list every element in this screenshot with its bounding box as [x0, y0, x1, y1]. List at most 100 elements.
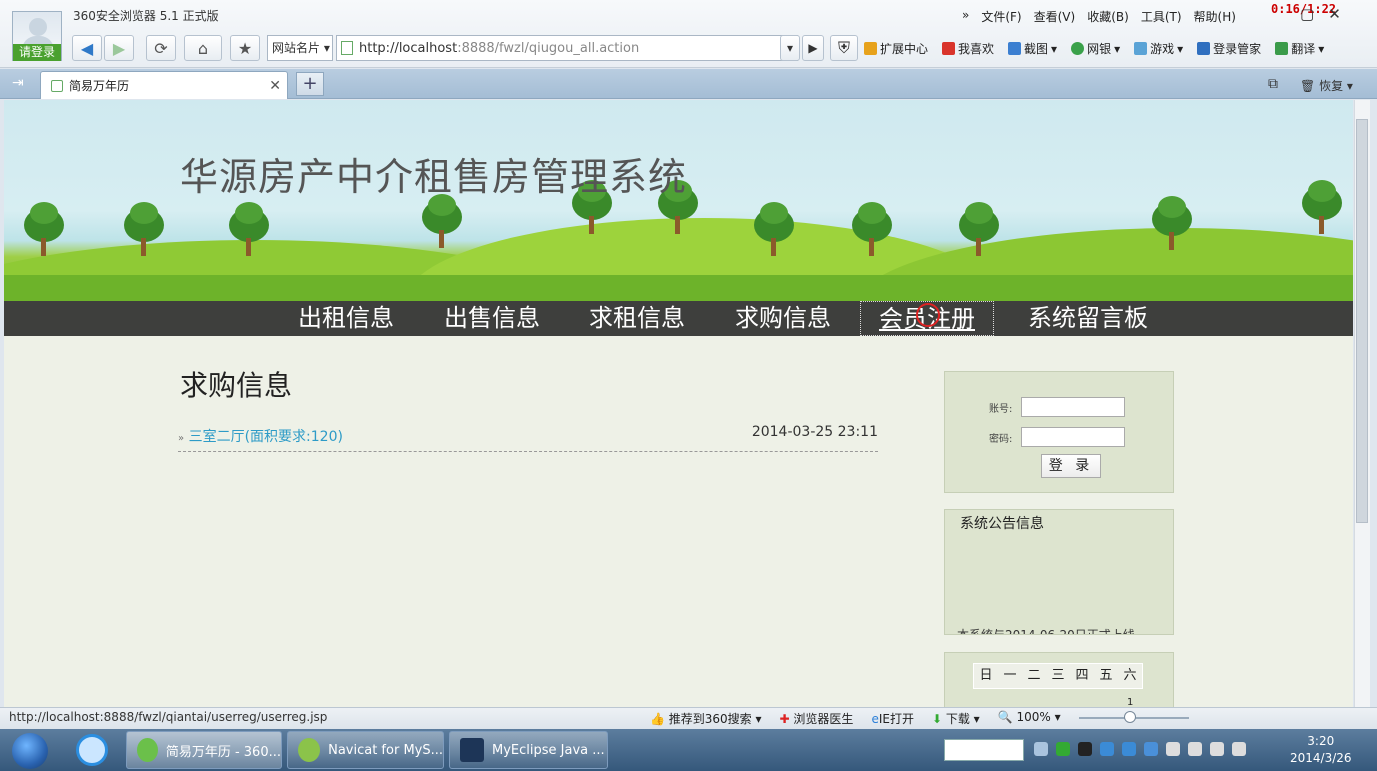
calendar-panel: 日 一 二 三 四 五 六 1	[944, 652, 1174, 707]
address-bar[interactable]: http://localhost:8888/fwzl/qiugou_all.ac…	[336, 35, 798, 61]
forward-button[interactable]: ▶	[104, 35, 134, 61]
maximize-icon[interactable]: ▢	[1300, 5, 1314, 23]
scrollbar-thumb[interactable]	[1356, 119, 1368, 523]
notice-panel: 系统公告信息 本系统与2014-06-20日正式上线	[944, 509, 1174, 635]
account-label: 账号:	[989, 404, 1013, 415]
ebank-button[interactable]: 网银 ▾	[1071, 40, 1120, 57]
clock-time: 3:20	[1307, 734, 1335, 748]
menu-favorites[interactable]: 收藏(B)	[1087, 8, 1129, 25]
sidebar-toggle-icon[interactable]: ⇥	[12, 75, 24, 91]
new-tab-button[interactable]: +	[296, 72, 324, 96]
weekday-fri: 五	[1094, 664, 1118, 688]
restore-button[interactable]: 🗑 恢复 ▾	[1300, 77, 1353, 94]
arrow-left-icon: ◀	[80, 38, 94, 58]
menu-view[interactable]: 查看(V)	[1034, 8, 1076, 25]
go-button[interactable]: ▶	[802, 35, 824, 61]
list-item-date: 2014-03-25 23:11	[751, 424, 878, 440]
weekday-wed: 三	[1046, 664, 1070, 688]
myeclipse-icon	[460, 738, 484, 762]
url-host: http://localhost	[359, 40, 458, 56]
download-icon: ⬇	[931, 712, 943, 726]
tray-search-input[interactable]	[944, 739, 1024, 761]
weekday-mon: 一	[998, 664, 1022, 688]
nav-rent-info[interactable]: 出租信息	[298, 301, 394, 336]
zoom-level[interactable]: 🔍 100% ▾	[998, 710, 1061, 727]
medkit-icon: ✚	[779, 712, 790, 726]
notice-title: 系统公告信息	[960, 516, 1044, 532]
browser-doctor-button[interactable]: ✚ 浏览器医生	[780, 710, 854, 727]
qq-icon[interactable]	[1078, 742, 1092, 756]
nav-sale-info[interactable]: 出售信息	[444, 301, 540, 336]
power-icon[interactable]	[1210, 742, 1224, 756]
menu-bar: » 文件(F) 查看(V) 收藏(B) 工具(T) 帮助(H)	[962, 8, 1236, 25]
close-tab-icon[interactable]: ✕	[269, 78, 281, 94]
system-tray	[1034, 742, 1246, 756]
site-card-button[interactable]: 网站名片 ▾	[267, 35, 333, 61]
password-input[interactable]	[1021, 427, 1125, 447]
task-myeclipse[interactable]: MyEclipse Java ...	[449, 731, 608, 769]
translate-button[interactable]: 翻译 ▾	[1275, 40, 1324, 57]
window-list-icon[interactable]: ⧉	[1268, 76, 1278, 92]
login-badge[interactable]: 请登录	[13, 44, 61, 61]
shield-icon: ⛨	[837, 38, 850, 57]
menu-overflow-icon[interactable]: »	[962, 8, 969, 25]
login-button[interactable]: 登 录	[1041, 454, 1101, 478]
nav-want-buy[interactable]: 求购信息	[735, 301, 831, 336]
search-icon[interactable]	[1232, 742, 1246, 756]
network-icon[interactable]	[1056, 742, 1070, 756]
chevron-down-icon: ▾	[786, 41, 794, 55]
task-navicat[interactable]: Navicat for MyS...	[287, 731, 444, 769]
calendar-day[interactable]: 1	[1127, 697, 1133, 707]
security-icon[interactable]	[1144, 742, 1158, 756]
weekday-sun: 日	[974, 664, 998, 688]
likes-button[interactable]: 我喜欢	[942, 40, 994, 57]
zoom-slider[interactable]	[1078, 710, 1189, 727]
favorite-button[interactable]: ★	[230, 35, 260, 61]
extensions-button[interactable]: 扩展中心	[864, 40, 928, 57]
account-input[interactable]	[1021, 397, 1125, 417]
ie-pinned-icon[interactable]	[76, 734, 108, 766]
close-icon[interactable]: ✕	[1328, 5, 1341, 23]
trash-icon: 🗑	[1300, 79, 1316, 93]
screenshot-button[interactable]: 截图 ▾	[1008, 40, 1057, 57]
home-button[interactable]: ⌂	[184, 35, 222, 61]
volume-icon[interactable]	[1166, 742, 1180, 756]
weekday-thu: 四	[1070, 664, 1094, 688]
login-panel: 账号: 密码: 登 录	[944, 371, 1174, 493]
360-guard2-icon[interactable]	[1122, 742, 1136, 756]
magnifier-icon: 🔍	[997, 710, 1013, 724]
ie-icon: e	[871, 712, 879, 726]
nav-message-board[interactable]: 系统留言板	[1028, 301, 1148, 336]
open-in-ie-button[interactable]: eIE打开	[871, 710, 914, 727]
home-icon: ⌂	[197, 38, 209, 58]
task-360-browser[interactable]: 简易万年历 - 360...	[126, 731, 282, 769]
shield-button[interactable]: ⛨	[830, 35, 858, 61]
clock[interactable]: 3:20 2014/3/26	[1290, 733, 1352, 767]
download-button[interactable]: ⬇ 下载 ▾	[932, 710, 980, 727]
login-manager-button[interactable]: 登录管家	[1197, 40, 1261, 57]
address-dropdown[interactable]: ▾	[780, 35, 800, 61]
zoom-thumb	[1123, 711, 1136, 723]
refresh-button[interactable]: ⟳	[146, 35, 176, 61]
page-icon	[341, 41, 353, 55]
play-icon: ▶	[808, 41, 818, 55]
nav-want-rent[interactable]: 求租信息	[589, 301, 685, 336]
tab-title: 简易万年历	[69, 79, 130, 93]
keyboard-icon[interactable]	[1034, 742, 1048, 756]
password-label: 密码:	[989, 434, 1013, 445]
display-icon[interactable]	[1188, 742, 1202, 756]
tab-calendar[interactable]: 简易万年历 ✕	[40, 71, 288, 99]
back-button[interactable]: ◀	[72, 35, 102, 61]
360-guard-icon[interactable]	[1100, 742, 1114, 756]
arrow-right-icon: ▶	[112, 38, 126, 58]
weekday-sat: 六	[1118, 664, 1142, 688]
recommend-360-button[interactable]: 👍 推荐到360搜索 ▾	[650, 710, 762, 727]
menu-help[interactable]: 帮助(H)	[1194, 8, 1236, 25]
start-button[interactable]	[12, 733, 48, 769]
games-button[interactable]: 游戏 ▾	[1134, 40, 1183, 57]
list-item-link[interactable]: » 三室二厅(面积要求:120)	[178, 426, 343, 446]
list-item: » 三室二厅(面积要求:120) 2014-03-25 23:11	[178, 422, 878, 452]
menu-tools[interactable]: 工具(T)	[1141, 8, 1182, 25]
site-banner: 华源房产中介租售房管理系统	[4, 100, 1353, 301]
menu-file[interactable]: 文件(F)	[981, 8, 1021, 25]
